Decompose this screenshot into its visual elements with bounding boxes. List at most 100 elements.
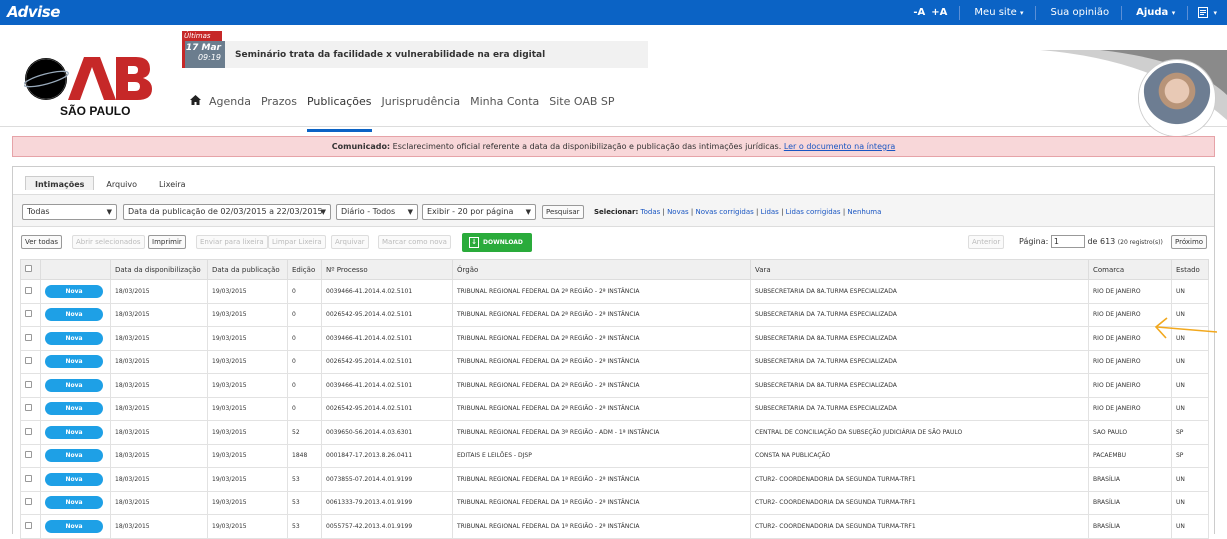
user-avatar[interactable] [1139, 60, 1215, 136]
cell-processo[interactable]: 0055757-42.2013.4.01.9199 [321, 514, 453, 539]
table-row[interactable]: Nova 18/03/2015 19/03/2015 53 0073855-07.201… [20, 467, 1209, 492]
cell-vara[interactable]: CENTRAL DE CONCILIAÇÃO DA SUBSEÇÃO JUDIC… [750, 420, 1089, 445]
row-checkbox-cell[interactable] [20, 443, 41, 468]
cell-edicao[interactable]: 0 [287, 326, 322, 351]
checkbox[interactable] [25, 357, 32, 365]
cell-vara[interactable]: CTUR2- COORDENADORIA DA SEGUNDA TURMA-TR… [750, 514, 1089, 539]
cell-disponibilizacao[interactable]: 18/03/2015 [110, 467, 208, 492]
cell-vara[interactable]: SUBSECRETARIA DA 8A.TURMA ESPECIALIZADA [750, 326, 1089, 351]
select-nenhuma[interactable]: Nenhuma [847, 208, 881, 216]
cell-processo[interactable]: 0026542-95.2014.4.02.5101 [321, 349, 453, 374]
cell-disponibilizacao[interactable]: 18/03/2015 [110, 514, 208, 539]
cell-processo[interactable]: 0026542-95.2014.4.02.5101 [321, 302, 453, 327]
proximo-button[interactable]: Próximo [1171, 235, 1208, 249]
cell-orgao[interactable]: TRIBUNAL REGIONAL FEDERAL DA 1ª REGIÃO -… [452, 490, 751, 515]
row-checkbox-cell[interactable] [20, 279, 41, 304]
font-increase-button[interactable]: +A [931, 7, 947, 18]
row-checkbox-cell[interactable] [20, 396, 41, 421]
ver-todas-button[interactable]: Ver todas [21, 235, 63, 249]
cell-edicao[interactable]: 0 [287, 302, 322, 327]
cell-comarca[interactable]: PACAEMBU [1088, 443, 1172, 468]
cell-orgao[interactable]: TRIBUNAL REGIONAL FEDERAL DA 1ª REGIÃO -… [452, 514, 751, 539]
select-lidas[interactable]: Lidas [761, 208, 779, 216]
table-row[interactable]: Nova 18/03/2015 19/03/2015 0 0026542-95.2014… [20, 396, 1209, 421]
table-row[interactable]: Nova 18/03/2015 19/03/2015 53 0061333-79.201… [20, 490, 1209, 515]
nav-minha-conta[interactable]: Minha Conta [470, 95, 539, 108]
col-edicao[interactable]: Edição [287, 259, 322, 280]
cell-vara[interactable]: SUBSECRETARIA DA 8A.TURMA ESPECIALIZADA [750, 373, 1089, 398]
cell-disponibilizacao[interactable]: 18/03/2015 [110, 396, 208, 421]
checkbox[interactable] [25, 451, 32, 459]
cell-edicao[interactable]: 53 [287, 467, 322, 492]
cell-processo[interactable]: 0073855-07.2014.4.01.9199 [321, 467, 453, 492]
row-checkbox-cell[interactable] [20, 349, 41, 374]
enviar-lixeira-button[interactable]: Enviar para lixeira [196, 235, 268, 249]
imprimir-button[interactable]: Imprimir [148, 235, 186, 249]
tab-intimacoes[interactable]: Intimações [25, 176, 95, 190]
cell-comarca[interactable]: BRASÍLIA [1088, 514, 1172, 539]
news-ticker[interactable]: 17 Mar 09:19 Seminário trata da facilida… [182, 41, 648, 68]
cell-publicacao[interactable]: 19/03/2015 [207, 373, 288, 398]
select-novas-corrigidas[interactable]: Novas corrigidas [695, 208, 753, 216]
cell-disponibilizacao[interactable]: 18/03/2015 [110, 490, 208, 515]
cell-estado[interactable]: UN [1171, 349, 1209, 374]
cell-estado[interactable]: UN [1171, 396, 1209, 421]
ajuda-menu[interactable]: Ajuda ▾ [1136, 7, 1175, 18]
cell-estado[interactable]: UN [1171, 514, 1209, 539]
cell-comarca[interactable]: RIO DE JANEIRO [1088, 349, 1172, 374]
cell-estado[interactable]: UN [1171, 279, 1209, 304]
download-button[interactable]: ↓ DOWNLOAD [462, 233, 532, 252]
checkbox[interactable] [25, 498, 32, 506]
row-checkbox-cell[interactable] [20, 326, 41, 351]
checkbox[interactable] [25, 404, 32, 412]
row-checkbox-cell[interactable] [20, 514, 41, 539]
document-menu-button[interactable]: ▾ [1198, 6, 1217, 19]
row-checkbox-cell[interactable] [20, 373, 41, 398]
row-checkbox-cell[interactable] [20, 420, 41, 445]
select-lidas-corrigidas[interactable]: Lidas corrigidas [786, 208, 841, 216]
checkbox[interactable] [25, 265, 32, 272]
arquivar-button[interactable]: Arquivar [331, 235, 369, 249]
table-row[interactable]: Nova 18/03/2015 19/03/2015 1848 0001847-17.2… [20, 443, 1209, 468]
cell-edicao[interactable]: 52 [287, 420, 322, 445]
anterior-button[interactable]: Anterior [968, 235, 1005, 249]
row-checkbox-cell[interactable] [20, 490, 41, 515]
cell-orgao[interactable]: TRIBUNAL REGIONAL FEDERAL DA 2ª REGIÃO -… [452, 373, 751, 398]
cell-publicacao[interactable]: 19/03/2015 [207, 279, 288, 304]
cell-edicao[interactable]: 0 [287, 373, 322, 398]
cell-publicacao[interactable]: 19/03/2015 [207, 349, 288, 374]
col-estado[interactable]: Estado [1171, 259, 1209, 280]
checkbox[interactable] [25, 286, 32, 294]
cell-estado[interactable]: SP [1171, 420, 1209, 445]
cell-publicacao[interactable]: 19/03/2015 [207, 302, 288, 327]
cell-vara[interactable]: SUBSECRETARIA DA 7A.TURMA ESPECIALIZADA [750, 302, 1089, 327]
cell-vara[interactable]: SUBSECRETARIA DA 8A.TURMA ESPECIALIZADA [750, 279, 1089, 304]
cell-orgao[interactable]: TRIBUNAL REGIONAL FEDERAL DA 3ª REGIÃO -… [452, 420, 751, 445]
checkbox[interactable] [25, 474, 32, 482]
cell-publicacao[interactable]: 19/03/2015 [207, 443, 288, 468]
cell-estado[interactable]: UN [1171, 373, 1209, 398]
checkbox[interactable] [25, 521, 32, 529]
cell-edicao[interactable]: 0 [287, 279, 322, 304]
table-row[interactable]: Nova 18/03/2015 19/03/2015 0 0039466-41.2014… [20, 279, 1209, 304]
checkbox[interactable] [25, 310, 32, 318]
cell-comarca[interactable]: RIO DE JANEIRO [1088, 373, 1172, 398]
cell-comarca[interactable]: SAO PAULO [1088, 420, 1172, 445]
nav-publicacoes[interactable]: Publicações [306, 95, 372, 132]
checkbox[interactable] [25, 380, 32, 388]
table-row[interactable]: Nova 18/03/2015 19/03/2015 53 0055757-42.201… [20, 514, 1209, 539]
notice-link[interactable]: Ler o documento na íntegra [784, 142, 895, 151]
search-button[interactable]: Pesquisar [542, 205, 584, 219]
cell-estado[interactable]: UN [1171, 490, 1209, 515]
nav-prazos[interactable]: Prazos [261, 95, 297, 108]
cell-publicacao[interactable]: 19/03/2015 [207, 326, 288, 351]
advise-logo[interactable]: Advise [7, 3, 60, 21]
col-publicacao[interactable]: Data da publicação [207, 259, 288, 280]
table-row[interactable]: Nova 18/03/2015 19/03/2015 0 0026542-95.2014… [20, 302, 1209, 327]
cell-publicacao[interactable]: 19/03/2015 [207, 467, 288, 492]
col-vara[interactable]: Vara [750, 259, 1089, 280]
cell-comarca[interactable]: BRASÍLIA [1088, 467, 1172, 492]
cell-publicacao[interactable]: 19/03/2015 [207, 420, 288, 445]
cell-disponibilizacao[interactable]: 18/03/2015 [110, 420, 208, 445]
nav-agenda[interactable]: Agenda [209, 95, 251, 108]
